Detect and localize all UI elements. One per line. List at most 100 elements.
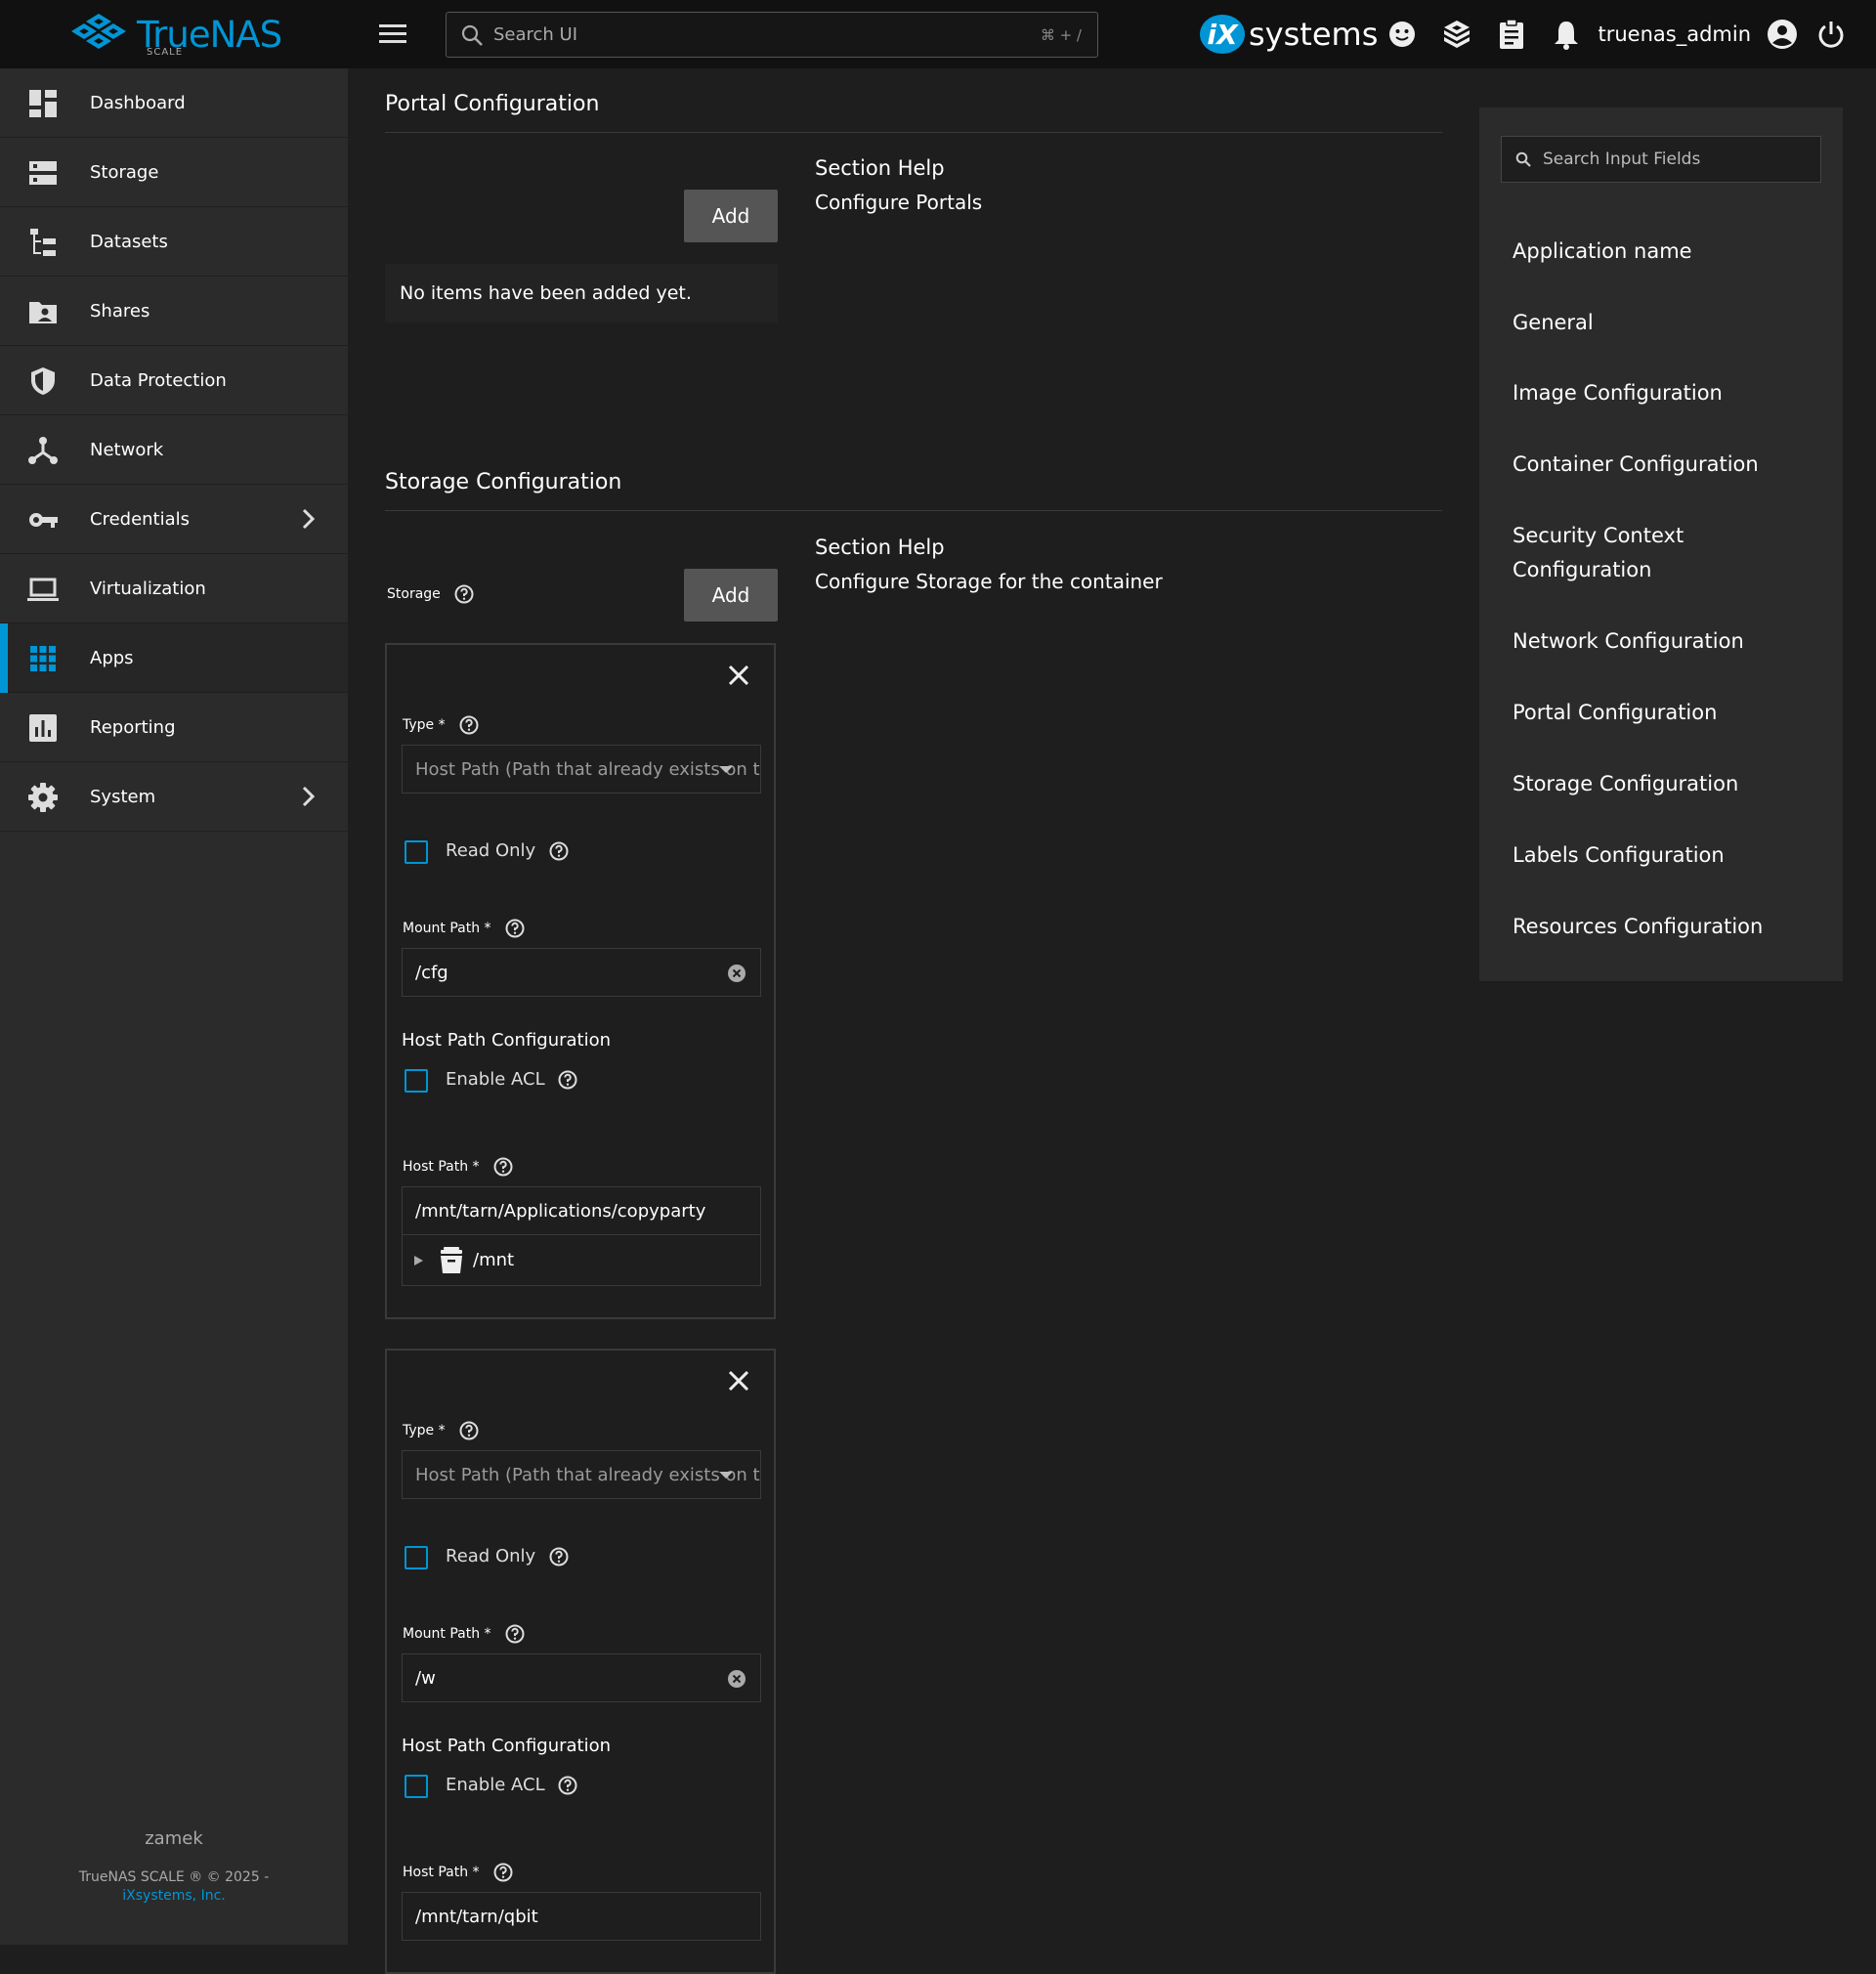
type-select-value: Host Path (Path that already exists on t…: [415, 1464, 760, 1485]
close-icon[interactable]: [724, 1366, 753, 1395]
help-icon[interactable]: [505, 1624, 525, 1644]
host-path-config-heading: Host Path Configuration: [402, 1736, 612, 1756]
storage-help-title: Section Help: [815, 536, 945, 559]
help-icon[interactable]: [549, 1547, 569, 1566]
clear-icon[interactable]: [727, 1669, 746, 1689]
sidebar-item-reporting[interactable]: Reporting: [0, 693, 348, 762]
help-icon[interactable]: [459, 1421, 479, 1440]
ix-logo-mark: iX: [1200, 15, 1245, 54]
enable-acl-text: Enable ACL: [446, 1069, 545, 1090]
company-link[interactable]: iXsystems, Inc.: [0, 1888, 348, 1904]
storage-help-text: Configure Storage for the container: [815, 570, 1163, 593]
shares-icon: [29, 302, 57, 323]
host-path-label-text: Host Path *: [403, 1865, 480, 1880]
storage-divider: [385, 510, 1442, 511]
help-icon[interactable]: [558, 1776, 577, 1795]
mount-path-input[interactable]: /cfg: [402, 948, 761, 997]
shield-icon: [31, 367, 55, 395]
power-icon[interactable]: [1804, 7, 1858, 62]
nav-link-security-context-configuration[interactable]: Security Context Configuration: [1513, 519, 1806, 587]
type-label: Type *: [403, 715, 479, 735]
sidebar-item-storage[interactable]: Storage: [0, 138, 348, 207]
sidebar-item-data-protection[interactable]: Data Protection: [0, 346, 348, 415]
mount-path-input[interactable]: /w: [402, 1653, 761, 1702]
search-input-fields[interactable]: Search Input Fields: [1501, 136, 1821, 183]
close-icon[interactable]: [724, 661, 753, 690]
portal-empty-message: No items have been added yet.: [385, 264, 778, 322]
sidebar-item-apps[interactable]: Apps: [0, 623, 348, 693]
host-path-label: Host Path *: [403, 1863, 513, 1882]
sidebar-item-network[interactable]: Network: [0, 415, 348, 485]
tree-root-label: /mnt: [473, 1250, 515, 1270]
menu-toggle-icon[interactable]: [376, 21, 409, 47]
network-icon: [28, 437, 58, 464]
sidebar-item-label: Apps: [90, 647, 134, 668]
type-select[interactable]: Host Path (Path that already exists on t…: [402, 745, 761, 794]
host-path-input[interactable]: /mnt/tarn/Applications/copyparty: [402, 1186, 761, 1235]
tasks-icon[interactable]: [1484, 7, 1539, 62]
host-path-value: /mnt/tarn/Applications/copyparty: [415, 1200, 706, 1222]
sidebar-item-label: Reporting: [90, 716, 176, 738]
sidebar-item-dashboard[interactable]: Dashboard: [0, 68, 348, 138]
nav-link-labels-configuration[interactable]: Labels Configuration: [1513, 838, 1806, 873]
expand-arrow-icon[interactable]: [412, 1255, 424, 1266]
sidebar-item-datasets[interactable]: Datasets: [0, 207, 348, 277]
sidebar-item-virtualization[interactable]: Virtualization: [0, 554, 348, 623]
sidebar-item-label: Dashboard: [90, 92, 186, 113]
read-only-checkbox[interactable]: [405, 840, 428, 864]
truenas-logo-icon: [71, 14, 126, 49]
sidebar-item-label: Storage: [90, 161, 159, 183]
account-icon[interactable]: [1761, 7, 1804, 62]
read-only-label: Read Only: [446, 840, 569, 861]
main-content: Portal Configuration Section Help Config…: [348, 68, 1876, 1974]
sidebar-item-system[interactable]: System: [0, 762, 348, 832]
read-only-label: Read Only: [446, 1546, 569, 1566]
username[interactable]: truenas_admin: [1598, 22, 1751, 46]
top-icons: truenas_admin: [1375, 0, 1876, 68]
portal-help-text: Configure Portals: [815, 191, 983, 214]
enable-acl-checkbox[interactable]: [405, 1775, 428, 1798]
help-icon[interactable]: [454, 584, 474, 604]
jobs-icon[interactable]: [1429, 7, 1484, 62]
read-only-checkbox[interactable]: [405, 1546, 428, 1569]
search-placeholder: Search UI: [493, 24, 578, 45]
help-icon[interactable]: [493, 1157, 513, 1177]
help-icon[interactable]: [493, 1863, 513, 1882]
nav-link-storage-configuration[interactable]: Storage Configuration: [1513, 767, 1806, 801]
help-icon[interactable]: [459, 715, 479, 735]
clear-icon[interactable]: [727, 964, 746, 983]
file-tree-node[interactable]: /mnt: [402, 1235, 761, 1286]
type-select[interactable]: Host Path (Path that already exists on t…: [402, 1450, 761, 1499]
nav-link-general[interactable]: General: [1513, 306, 1806, 340]
nav-link-portal-configuration[interactable]: Portal Configuration: [1513, 696, 1806, 730]
portal-add-button[interactable]: Add: [684, 190, 778, 242]
nav-link-network-configuration[interactable]: Network Configuration: [1513, 624, 1806, 659]
help-icon[interactable]: [558, 1070, 577, 1090]
mount-path-value: /cfg: [415, 962, 448, 983]
nav-link-resources-configuration[interactable]: Resources Configuration: [1513, 910, 1806, 944]
storage-add-button[interactable]: Add: [684, 569, 778, 622]
mount-path-label-text: Mount Path *: [403, 921, 491, 936]
sidebar-item-shares[interactable]: Shares: [0, 277, 348, 346]
nav-link-image-configuration[interactable]: Image Configuration: [1513, 376, 1806, 410]
datasets-icon: [30, 229, 56, 256]
sidebar-item-label: Virtualization: [90, 578, 206, 599]
host-path-label: Host Path *: [403, 1157, 513, 1177]
help-icon[interactable]: [549, 841, 569, 861]
dashboard-icon: [29, 90, 57, 117]
nav-link-container-configuration[interactable]: Container Configuration: [1513, 448, 1806, 482]
ixsystems-logo[interactable]: iX systems: [1200, 12, 1378, 57]
host-path-value: /mnt/tarn/qbit: [415, 1906, 538, 1927]
nav-link-application-name[interactable]: Application name: [1513, 235, 1806, 269]
truenas-logo[interactable]: TrueNAS SCALE: [68, 8, 293, 61]
copyright: TrueNAS SCALE ® © 2025 -: [78, 1869, 270, 1885]
search-icon: [461, 24, 483, 46]
enable-acl-checkbox[interactable]: [405, 1069, 428, 1093]
help-icon[interactable]: [505, 919, 525, 938]
storage-item-card: Type * Host Path (Path that already exis…: [385, 643, 776, 1319]
host-path-input[interactable]: /mnt/tarn/qbit: [402, 1892, 761, 1941]
sidebar-item-credentials[interactable]: Credentials: [0, 485, 348, 554]
global-search-input[interactable]: Search UI ⌘ + /: [446, 12, 1098, 58]
notifications-icon[interactable]: [1539, 7, 1594, 62]
feedback-icon[interactable]: [1375, 7, 1429, 62]
